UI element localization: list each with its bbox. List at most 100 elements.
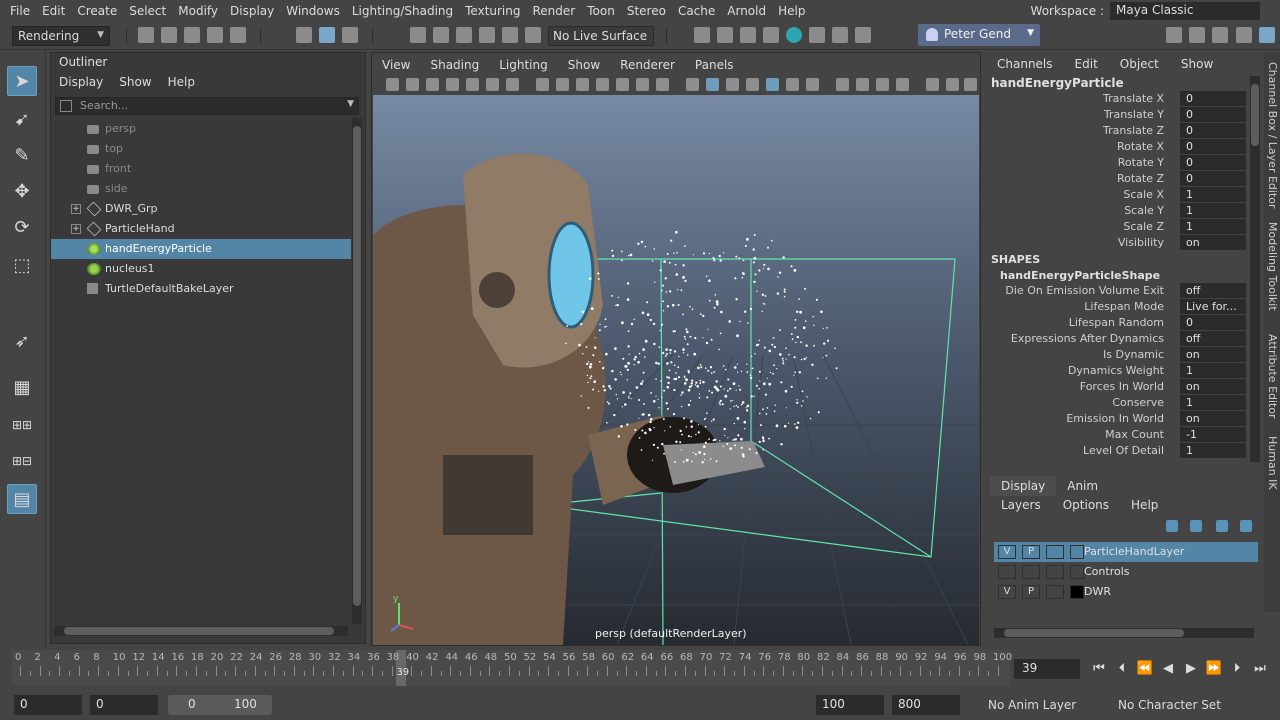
channel-name[interactable]: Scale Y: [1124, 203, 1164, 219]
select-component-icon[interactable]: [342, 27, 358, 43]
snap-curve-icon[interactable]: [433, 27, 449, 43]
menu-toon[interactable]: Toon: [581, 0, 621, 22]
outliner-menu-help[interactable]: Help: [160, 73, 203, 93]
animation-start-field[interactable]: 0: [14, 695, 82, 715]
viewport-menu-renderer[interactable]: Renderer: [610, 55, 685, 75]
toggle-tool-settings-icon[interactable]: [1212, 27, 1228, 43]
menu-select[interactable]: Select: [123, 0, 172, 22]
channel-name[interactable]: Forces In World: [1080, 379, 1164, 395]
snap-point-icon[interactable]: [456, 27, 472, 43]
layer-menu-layers[interactable]: Layers: [990, 496, 1052, 514]
outliner-search-input[interactable]: Search... ▼: [55, 97, 359, 115]
menu-edit[interactable]: Edit: [36, 0, 71, 22]
select-hierarchy-icon[interactable]: [296, 27, 312, 43]
channel-name[interactable]: Translate Y: [1104, 107, 1164, 123]
live-surface-icon[interactable]: [525, 27, 541, 43]
time-slider[interactable]: 0 2 4 6 8 10 12 14 16 18 20 22 24 26 28 30 32 34 36 38 40 42 4…: [0, 650, 1280, 688]
viewport-menu-show[interactable]: Show: [558, 55, 610, 75]
channel-value-field[interactable]: on: [1180, 411, 1246, 426]
outliner-item[interactable]: persp: [51, 119, 351, 139]
step-back-frame-icon[interactable]: ⏴: [1113, 660, 1131, 678]
channel-name[interactable]: Rotate Z: [1117, 171, 1164, 187]
snap-grid-icon[interactable]: [410, 27, 426, 43]
live-surface-field[interactable]: No Live Surface: [548, 26, 654, 46]
viewport-tool-icon[interactable]: [596, 78, 609, 91]
channel-value-field[interactable]: 1: [1180, 187, 1246, 202]
user-account-button[interactable]: Peter Gend ▼: [918, 24, 1040, 46]
layer-playback-toggle[interactable]: P: [1022, 545, 1040, 559]
render-settings-icon[interactable]: [763, 27, 779, 43]
outliner-vertical-scrollbar[interactable]: [352, 118, 362, 624]
channel-value-field[interactable]: 1: [1180, 219, 1246, 234]
viewport-tool-icon[interactable]: [706, 78, 719, 91]
channel-value-field[interactable]: 0: [1180, 315, 1246, 330]
tab-human-ik[interactable]: Human IK: [1266, 436, 1279, 490]
character-set-dropdown[interactable]: No Character Set: [1118, 698, 1221, 712]
scroll-thumb[interactable]: [353, 126, 361, 606]
undo-icon[interactable]: [207, 27, 223, 43]
new-scene-icon[interactable]: [138, 27, 154, 43]
viewport-tool-icon[interactable]: [466, 78, 479, 91]
outliner-item[interactable]: + ParticleHand: [51, 219, 351, 239]
channel-row[interactable]: Level Of Detail 1: [986, 443, 1248, 459]
layer-menu-options[interactable]: Options: [1052, 496, 1120, 514]
channel-row[interactable]: Scale Y 1: [986, 203, 1248, 219]
viewport-tool-icon[interactable]: [786, 78, 799, 91]
play-backwards-icon[interactable]: ◀: [1159, 660, 1177, 678]
outliner-item[interactable]: TurtleDefaultBakeLayer: [51, 279, 351, 299]
outliner-item[interactable]: handEnergyParticle: [51, 239, 351, 259]
channel-name[interactable]: Visibility: [1118, 235, 1164, 251]
channel-name[interactable]: Rotate X: [1117, 139, 1164, 155]
layer-display-type-toggle[interactable]: [1046, 565, 1064, 579]
scroll-thumb[interactable]: [1004, 629, 1184, 637]
channel-name[interactable]: Conserve: [1112, 395, 1164, 411]
single-perspective-layout-icon[interactable]: ▦: [7, 372, 37, 402]
viewport-tool-icon[interactable]: [876, 78, 889, 91]
tab-modeling-toolkit[interactable]: Modeling Toolkit: [1266, 222, 1279, 311]
layer-color-swatch[interactable]: [1070, 565, 1084, 579]
channel-name[interactable]: Scale Z: [1123, 219, 1164, 235]
channel-row[interactable]: Max Count -1: [986, 427, 1248, 443]
range-slider[interactable]: 0 100: [168, 695, 272, 715]
channel-menu-edit[interactable]: Edit: [1064, 54, 1109, 74]
layer-name[interactable]: DWR: [1084, 582, 1111, 602]
snap-view-plane-icon[interactable]: [479, 27, 495, 43]
channel-name[interactable]: Level Of Detail: [1083, 443, 1164, 459]
viewport-tool-icon[interactable]: [726, 78, 739, 91]
toggle-attribute-editor-icon[interactable]: [1189, 27, 1205, 43]
channel-row[interactable]: Rotate X 0: [986, 139, 1248, 155]
scroll-thumb[interactable]: [64, 627, 334, 635]
channel-row[interactable]: Conserve 1: [986, 395, 1248, 411]
menu-arnold[interactable]: Arnold: [721, 0, 772, 22]
tab-display[interactable]: Display: [990, 476, 1057, 496]
layer-name[interactable]: Controls: [1084, 562, 1130, 582]
light-editor-icon[interactable]: [832, 27, 848, 43]
viewport-menu-lighting[interactable]: Lighting: [489, 55, 558, 75]
new-layer-from-selection-icon[interactable]: [1240, 520, 1252, 532]
viewport-tool-icon[interactable]: [806, 78, 819, 91]
move-tool-icon[interactable]: ✥: [7, 176, 37, 206]
viewport-tool-icon[interactable]: [386, 78, 399, 91]
move-layer-up-icon[interactable]: [1166, 520, 1178, 532]
time-ruler[interactable]: 0 2 4 6 8 10 12 14 16 18 20 22 24 26 28 30 32 34 36 38 40 42 4…: [12, 650, 1012, 686]
channel-row[interactable]: Translate Z 0: [986, 123, 1248, 139]
menu-render[interactable]: Render: [527, 0, 582, 22]
channel-row[interactable]: Expressions After Dynamics off: [986, 331, 1248, 347]
channel-row[interactable]: Emission In World on: [986, 411, 1248, 427]
channel-row[interactable]: Lifespan Random 0: [986, 315, 1248, 331]
viewport-tool-icon[interactable]: [836, 78, 849, 91]
channel-menu-show[interactable]: Show: [1170, 54, 1224, 74]
menu-create[interactable]: Create: [71, 0, 123, 22]
step-back-key-icon[interactable]: ⏪: [1136, 660, 1154, 678]
layer-display-type-toggle[interactable]: [1046, 545, 1064, 559]
viewport-menu-shading[interactable]: Shading: [420, 55, 489, 75]
anim-layer-dropdown[interactable]: No Anim Layer: [988, 698, 1076, 712]
viewport-tool-icon[interactable]: [946, 78, 959, 91]
channel-menu-object[interactable]: Object: [1109, 54, 1170, 74]
channel-name[interactable]: Lifespan Mode: [1084, 299, 1164, 315]
snap-surface-icon[interactable]: [502, 27, 518, 43]
layer-visibility-toggle[interactable]: [998, 565, 1016, 579]
menu-display[interactable]: Display: [224, 0, 280, 22]
channel-name[interactable]: Is Dynamic: [1103, 347, 1164, 363]
channel-name[interactable]: Die On Emission Volume Exit: [1005, 283, 1164, 299]
